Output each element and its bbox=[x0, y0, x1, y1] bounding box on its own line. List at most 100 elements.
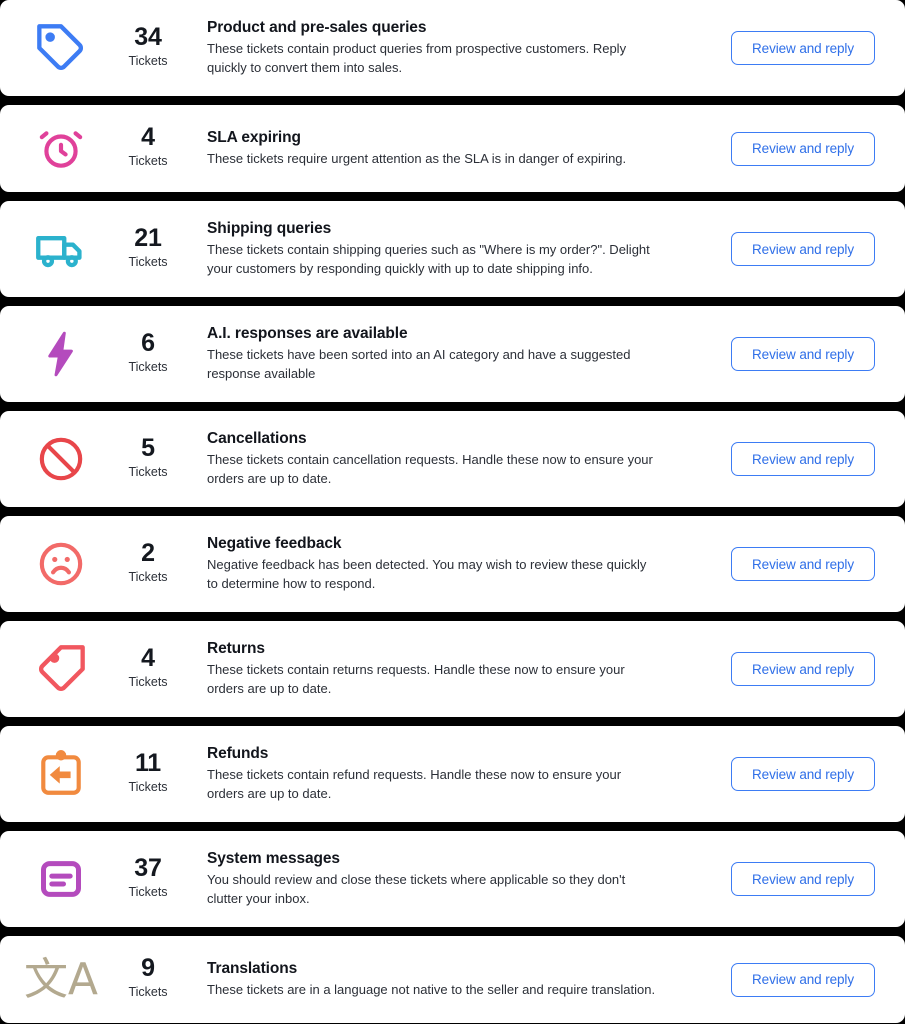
review-and-reply-button[interactable]: Review and reply bbox=[731, 337, 875, 371]
ticket-category-text: Negative feedback Negative feedback has … bbox=[192, 534, 715, 595]
ticket-count: 4 Tickets bbox=[104, 643, 192, 694]
category-title: System messages bbox=[207, 849, 340, 867]
translate-glyph: 文A bbox=[23, 953, 99, 1005]
ticket-count-value: 4 bbox=[141, 123, 155, 152]
action-area: Review and reply bbox=[715, 547, 891, 581]
ticket-count-value: 34 bbox=[134, 22, 162, 51]
ticket-category-card[interactable]: 2 Tickets Negative feedback Negative fee… bbox=[0, 516, 905, 612]
category-title: Translations bbox=[207, 959, 298, 977]
ticket-count-label: Tickets bbox=[128, 674, 168, 689]
action-area: Review and reply bbox=[715, 862, 891, 896]
review-and-reply-button[interactable]: Review and reply bbox=[731, 232, 875, 266]
review-and-reply-button[interactable]: Review and reply bbox=[731, 862, 875, 896]
category-description: You should review and close these ticket… bbox=[207, 872, 626, 907]
ticket-category-text: Refunds These tickets contain refund req… bbox=[192, 744, 715, 805]
category-description: These tickets contain cancellation reque… bbox=[207, 452, 653, 487]
action-area: Review and reply bbox=[715, 31, 891, 65]
ticket-category-card[interactable]: 37 Tickets System messages You should re… bbox=[0, 831, 905, 927]
category-description: These tickets contain product queries fr… bbox=[207, 41, 627, 76]
translate-icon: 文A bbox=[18, 953, 104, 1005]
ticket-category-card[interactable]: 21 Tickets Shipping queries These ticket… bbox=[0, 201, 905, 297]
category-description: These tickets contain returns requests. … bbox=[207, 662, 625, 697]
ticket-category-text: System messages You should review and cl… bbox=[192, 849, 715, 910]
category-description: These tickets contain refund requests. H… bbox=[207, 767, 622, 802]
ticket-count: 4 Tickets bbox=[104, 124, 192, 173]
price-tag-icon bbox=[18, 22, 104, 74]
action-area: Review and reply bbox=[715, 131, 891, 166]
ticket-category-card[interactable]: 4 Tickets Returns These tickets contain … bbox=[0, 621, 905, 717]
ticket-category-text: Shipping queries These tickets contain s… bbox=[192, 219, 715, 280]
ticket-category-text: SLA expiring These tickets require urgen… bbox=[192, 128, 715, 170]
ticket-count-value: 5 bbox=[141, 433, 155, 462]
category-description: These tickets have been sorted into an A… bbox=[207, 347, 631, 382]
ticket-count-label: Tickets bbox=[128, 884, 168, 899]
ticket-category-card[interactable]: 11 Tickets Refunds These tickets contain… bbox=[0, 726, 905, 822]
review-and-reply-button[interactable]: Review and reply bbox=[731, 962, 875, 997]
action-area: Review and reply bbox=[715, 652, 891, 686]
ticket-category-card[interactable]: 5 Tickets Cancellations These tickets co… bbox=[0, 411, 905, 507]
action-area: Review and reply bbox=[715, 757, 891, 791]
ticket-category-text: A.I. responses are available These ticke… bbox=[192, 324, 715, 385]
category-description: Negative feedback has been detected. You… bbox=[207, 557, 647, 592]
ticket-category-text: Translations These tickets are in a lang… bbox=[192, 959, 715, 1001]
category-title: Returns bbox=[207, 639, 265, 657]
ticket-count: 34 Tickets bbox=[104, 22, 192, 73]
ticket-count: 21 Tickets bbox=[104, 223, 192, 274]
ticket-category-card[interactable]: 文A 9 Tickets Translations These tickets … bbox=[0, 936, 905, 1023]
ticket-count: 2 Tickets bbox=[104, 538, 192, 589]
ticket-category-text: Returns These tickets contain returns re… bbox=[192, 639, 715, 700]
category-title: Cancellations bbox=[207, 429, 307, 447]
category-title: A.I. responses are available bbox=[207, 324, 408, 342]
action-area: Review and reply bbox=[715, 232, 891, 266]
category-title: Negative feedback bbox=[207, 534, 342, 552]
ticket-count-label: Tickets bbox=[128, 154, 168, 169]
ticket-count-label: Tickets bbox=[128, 254, 168, 269]
action-area: Review and reply bbox=[715, 337, 891, 371]
ticket-count: 5 Tickets bbox=[104, 433, 192, 484]
ticket-count-value: 9 bbox=[141, 954, 155, 983]
ticket-count-label: Tickets bbox=[128, 779, 168, 794]
ticket-count-value: 4 bbox=[141, 643, 155, 672]
delivery-truck-icon bbox=[18, 223, 104, 275]
clipboard-back-arrow-icon bbox=[18, 749, 104, 799]
ticket-category-text: Product and pre-sales queries These tick… bbox=[192, 18, 715, 79]
category-title: SLA expiring bbox=[207, 128, 301, 146]
ticket-count-value: 37 bbox=[134, 853, 162, 882]
ticket-count: 9 Tickets bbox=[104, 955, 192, 1004]
action-area: Review and reply bbox=[715, 442, 891, 476]
review-and-reply-button[interactable]: Review and reply bbox=[731, 131, 875, 166]
ticket-count-label: Tickets bbox=[128, 464, 168, 479]
category-description: These tickets are in a language not nati… bbox=[207, 982, 656, 998]
review-and-reply-button[interactable]: Review and reply bbox=[731, 547, 875, 581]
review-and-reply-button[interactable]: Review and reply bbox=[731, 31, 875, 65]
ticket-count-value: 6 bbox=[141, 328, 155, 357]
category-title: Product and pre-sales queries bbox=[207, 18, 427, 36]
ticket-count: 6 Tickets bbox=[104, 328, 192, 379]
action-area: Review and reply bbox=[715, 962, 891, 997]
ticket-count-label: Tickets bbox=[128, 569, 168, 584]
prohibition-icon bbox=[18, 434, 104, 484]
ticket-category-text: Cancellations These tickets contain canc… bbox=[192, 429, 715, 490]
ticket-count-label: Tickets bbox=[128, 53, 168, 68]
ticket-count-label: Tickets bbox=[128, 359, 168, 374]
sad-face-icon bbox=[18, 539, 104, 589]
category-description: These tickets require urgent attention a… bbox=[207, 151, 627, 167]
ticket-count-label: Tickets bbox=[128, 985, 168, 1000]
review-and-reply-button[interactable]: Review and reply bbox=[731, 652, 875, 686]
review-and-reply-button[interactable]: Review and reply bbox=[731, 757, 875, 791]
ticket-count-value: 11 bbox=[134, 748, 162, 777]
returns-tag-icon bbox=[18, 643, 104, 695]
ticket-category-card[interactable]: 34 Tickets Product and pre-sales queries… bbox=[0, 0, 905, 96]
ticket-count: 11 Tickets bbox=[104, 748, 192, 799]
category-title: Refunds bbox=[207, 744, 269, 762]
ticket-category-list: 34 Tickets Product and pre-sales queries… bbox=[0, 0, 905, 1024]
review-and-reply-button[interactable]: Review and reply bbox=[731, 442, 875, 476]
ticket-count-value: 2 bbox=[141, 538, 155, 567]
category-description: These tickets contain shipping queries s… bbox=[207, 242, 650, 277]
ticket-category-card[interactable]: 4 Tickets SLA expiring These tickets req… bbox=[0, 105, 905, 192]
category-title: Shipping queries bbox=[207, 219, 332, 237]
alarm-clock-icon bbox=[18, 124, 104, 174]
ticket-count-value: 21 bbox=[134, 223, 162, 252]
lightning-bolt-icon bbox=[18, 329, 104, 379]
ticket-category-card[interactable]: 6 Tickets A.I. responses are available T… bbox=[0, 306, 905, 402]
